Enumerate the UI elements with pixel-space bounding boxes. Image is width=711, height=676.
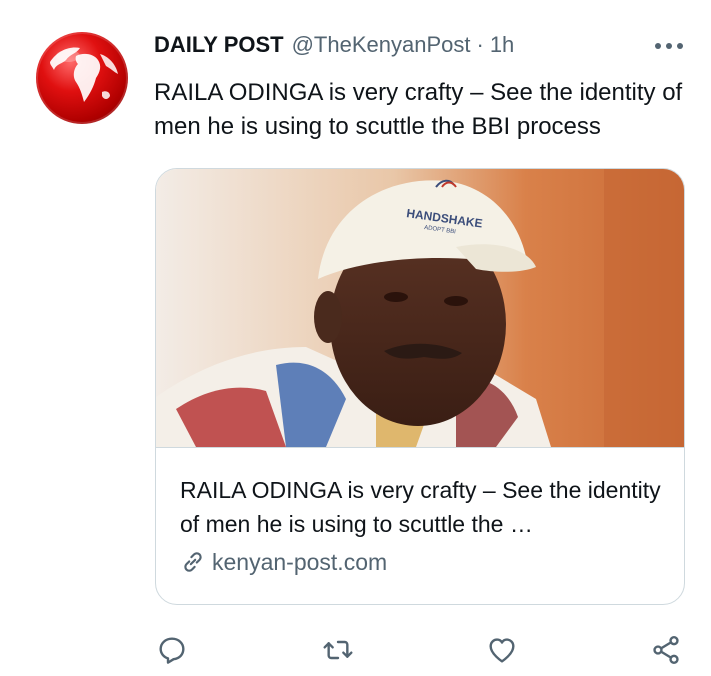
heart-icon (489, 638, 515, 663)
link-icon (184, 552, 202, 572)
share-button[interactable] (644, 628, 688, 672)
more-horizontal-icon (655, 43, 683, 49)
tweet-actions (150, 628, 695, 672)
card-photo: HANDSHAKE ADOPT BBI (156, 169, 684, 447)
card-domain-text: kenyan-post.com (212, 548, 388, 575)
separator-dot: · (476, 32, 484, 57)
share-icon (653, 636, 679, 664)
globe-logo-icon (50, 47, 118, 102)
author-name[interactable]: DAILY POST (154, 32, 284, 58)
retweet-icon (323, 640, 353, 660)
author-handle[interactable]: @TheKenyanPost (292, 32, 471, 58)
card-image: HANDSHAKE ADOPT BBI (156, 169, 684, 448)
avatar[interactable] (36, 32, 128, 124)
like-button[interactable] (480, 628, 524, 672)
link-card[interactable]: HANDSHAKE ADOPT BBI RAILA ODINGA is very… (155, 168, 685, 605)
reply-button[interactable] (150, 628, 194, 672)
tweet-time[interactable]: 1h (490, 32, 514, 58)
tweet-header: DAILY POST @TheKenyanPost · 1h (154, 28, 687, 62)
more-options-button[interactable] (651, 32, 687, 60)
tweet-text: RAILA ODINGA is very crafty – See the id… (154, 79, 683, 140)
card-title: RAILA ODINGA is very crafty – See the id… (180, 477, 661, 537)
retweet-button[interactable] (316, 628, 360, 672)
card-domain: kenyan-post.com (180, 545, 387, 579)
reply-icon (159, 637, 185, 664)
